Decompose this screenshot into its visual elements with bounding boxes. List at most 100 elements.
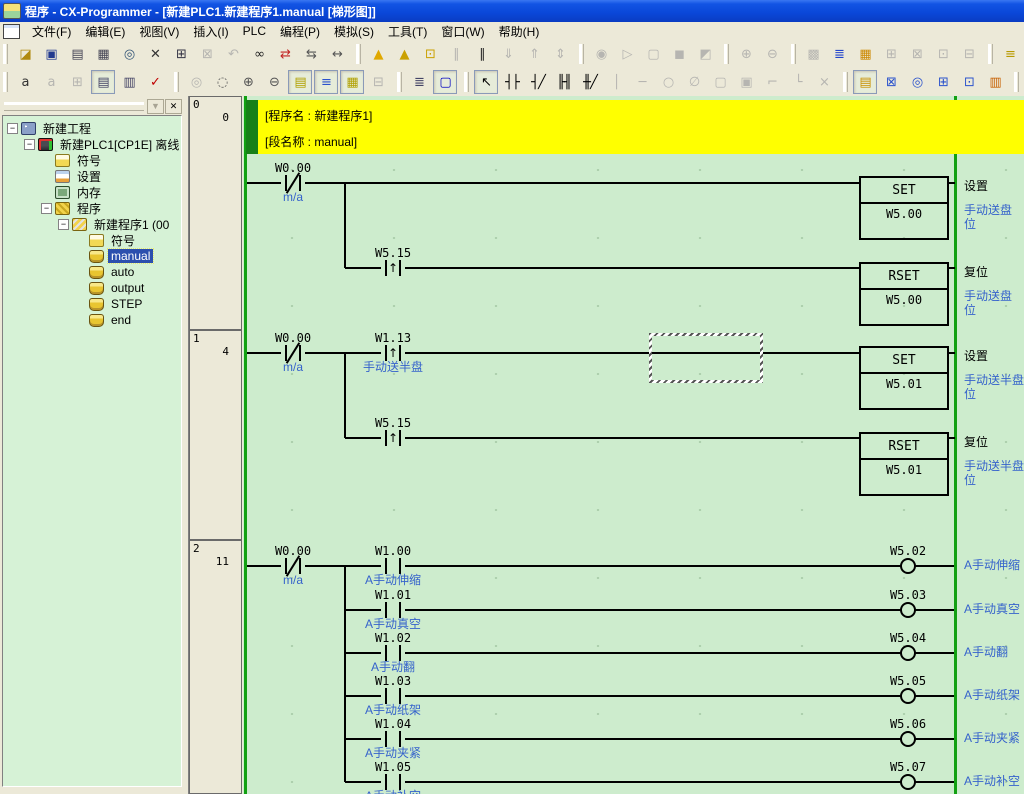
tree-expand-icon[interactable]: − [24, 139, 35, 150]
child-window-icon[interactable] [3, 24, 20, 39]
print-button[interactable]: ▦ [91, 42, 115, 66]
tree-expand-icon[interactable]: − [58, 219, 69, 230]
new-or-contact-button[interactable]: ╟╢ [552, 70, 576, 94]
replace-all-button[interactable]: ↔ [325, 42, 349, 66]
output-coil[interactable] [900, 602, 916, 618]
menu-simulation[interactable]: 模拟(S) [327, 21, 381, 42]
toolbar-grip[interactable] [3, 44, 8, 64]
output-coil[interactable] [900, 688, 916, 704]
properties-window-button[interactable]: ▥ [983, 70, 1007, 94]
menu-tools[interactable]: 工具(T) [381, 21, 434, 42]
new-contact-button[interactable]: ┤├ [500, 70, 524, 94]
tree-item-global-symbols[interactable]: 符号 [3, 152, 181, 168]
rung-header[interactable]: [程序名 : 新建程序1] [段名称 : manual] [258, 100, 1024, 154]
tree-item-section-end[interactable]: end [3, 312, 181, 328]
tree-item-memory[interactable]: 内存 [3, 184, 181, 200]
toolbar-grip[interactable] [397, 72, 402, 92]
workspace-close-button[interactable]: ✕ [165, 99, 182, 114]
output-coil[interactable] [900, 774, 916, 790]
zoom-out-button[interactable]: ⊖ [262, 70, 286, 94]
cut-button[interactable]: ✕ [143, 42, 167, 66]
online-edit-button[interactable]: ⊡ [418, 42, 442, 66]
toolbar-grip[interactable] [356, 44, 361, 64]
instruction-box-set[interactable]: SETW5.01 [859, 346, 949, 410]
tree-item-section-manual[interactable]: manual [3, 248, 181, 264]
watch-window-2-button[interactable]: ◎ [905, 70, 929, 94]
menu-window[interactable]: 窗口(W) [434, 21, 491, 42]
toolbar-grip[interactable] [174, 72, 179, 92]
tree-item-section-step[interactable]: STEP [3, 296, 181, 312]
menu-file[interactable]: 文件(F) [25, 21, 78, 42]
rung-margin-0[interactable]: 00 [189, 96, 242, 330]
toolbar-grip[interactable] [724, 44, 729, 64]
zoom-region-button[interactable]: ◌ [210, 70, 234, 94]
monitor-mode-button: ▢ [641, 42, 665, 66]
menu-edit[interactable]: 编辑(E) [78, 21, 132, 42]
toggle-project-workspace-button[interactable]: ≡ [998, 42, 1022, 66]
pause-button[interactable]: ∥ [470, 42, 494, 66]
copy-button[interactable]: ⊞ [169, 42, 193, 66]
ladder-view-button[interactable]: ▢ [433, 70, 457, 94]
show-comments-button[interactable]: ▤ [288, 70, 312, 94]
compile-all-programs-button[interactable]: ▲ [392, 42, 416, 66]
instruction-box-rset[interactable]: RSETW5.01 [859, 432, 949, 496]
address-reference-tool-button[interactable]: ⊡ [957, 70, 981, 94]
tree-expand-icon[interactable]: − [7, 123, 18, 134]
print-preview-button[interactable]: ▤ [65, 42, 89, 66]
tree-expand-icon[interactable]: − [41, 203, 52, 214]
toolbar-grip[interactable] [843, 72, 848, 92]
zoom-in-button[interactable]: ⊕ [236, 70, 260, 94]
ladder-diagram-view[interactable]: [程序名 : 新建程序1] [段名称 : manual] 00W0.00m/a↑… [188, 96, 1024, 794]
program-check-button[interactable]: ✓ [143, 70, 167, 94]
output-coil[interactable] [900, 558, 916, 574]
menu-insert[interactable]: 插入(I) [186, 21, 235, 42]
new-closed-contact-button[interactable]: ┤╱ [526, 70, 550, 94]
compile-button[interactable]: ▲ [366, 42, 390, 66]
tree-item-section-output[interactable]: output [3, 280, 181, 296]
cell-selection-marquee[interactable] [649, 333, 763, 383]
time-chart-monitor-button[interactable]: ▦ [853, 42, 877, 66]
tree-item-settings[interactable]: 设置 [3, 168, 181, 184]
menu-plc[interactable]: PLC [236, 22, 273, 40]
tree-item-program1[interactable]: −新建程序1 (00 [3, 216, 181, 232]
find-button[interactable]: ∞ [247, 42, 271, 66]
toolbar-grip[interactable] [791, 44, 796, 64]
new-closed-or-contact-button[interactable]: ╫╱ [578, 70, 602, 94]
replace-next-button[interactable]: ⇆ [299, 42, 323, 66]
contact-up[interactable]: ↑ [381, 428, 405, 448]
workspace-window-button[interactable]: ▤ [853, 70, 877, 94]
show-grid-button[interactable]: ▦ [340, 70, 364, 94]
save-project-button[interactable]: ▣ [39, 42, 63, 66]
open-project-button[interactable]: ◪ [13, 42, 37, 66]
menu-program[interactable]: 编程(P) [273, 21, 327, 42]
tree-item-section-auto[interactable]: auto [3, 264, 181, 280]
cross-reference-popup-button[interactable]: ⊞ [931, 70, 955, 94]
tree-item-project-root[interactable]: −新建工程 [3, 120, 181, 136]
show-rung-annotations-button[interactable]: ≡ [314, 70, 338, 94]
page-setup-button[interactable]: ◎ [117, 42, 141, 66]
toolbar-grip[interactable] [3, 72, 8, 92]
tree-item-local-symbols[interactable]: 符号 [3, 232, 181, 248]
tree-item-plc1[interactable]: −新建PLC1[CP1E] 离线 [3, 136, 181, 152]
view-local-symbols-button[interactable]: a [13, 70, 37, 94]
find-replace-button[interactable]: ⇄ [273, 42, 297, 66]
output-window-2-button[interactable]: ⊠ [879, 70, 903, 94]
toolbar-grip[interactable] [988, 44, 993, 64]
toolbar-grip[interactable] [1014, 72, 1019, 92]
mnemonics-view-button[interactable]: ≣ [407, 70, 431, 94]
output-coil[interactable] [900, 645, 916, 661]
menu-help[interactable]: 帮助(H) [492, 21, 547, 42]
instruction-box-rset[interactable]: RSETW5.00 [859, 262, 949, 326]
toolbar-grip[interactable] [579, 44, 584, 64]
output-coil[interactable] [900, 731, 916, 747]
toolbar-grip[interactable] [464, 72, 469, 92]
data-trace-button[interactable]: ≣ [827, 42, 851, 66]
menu-view[interactable]: 视图(V) [132, 21, 186, 42]
contact-up[interactable]: ↑ [381, 258, 405, 278]
selection-tool-button[interactable]: ↖ [474, 70, 498, 94]
instruction-box-set[interactable]: SETW5.00 [859, 176, 949, 240]
tree-item-programs[interactable]: −程序 [3, 200, 181, 216]
workspace-grip[interactable] [4, 102, 144, 111]
symbol-table-view-button[interactable]: ▤ [91, 70, 115, 94]
section-rung-list-button[interactable]: ▥ [117, 70, 141, 94]
